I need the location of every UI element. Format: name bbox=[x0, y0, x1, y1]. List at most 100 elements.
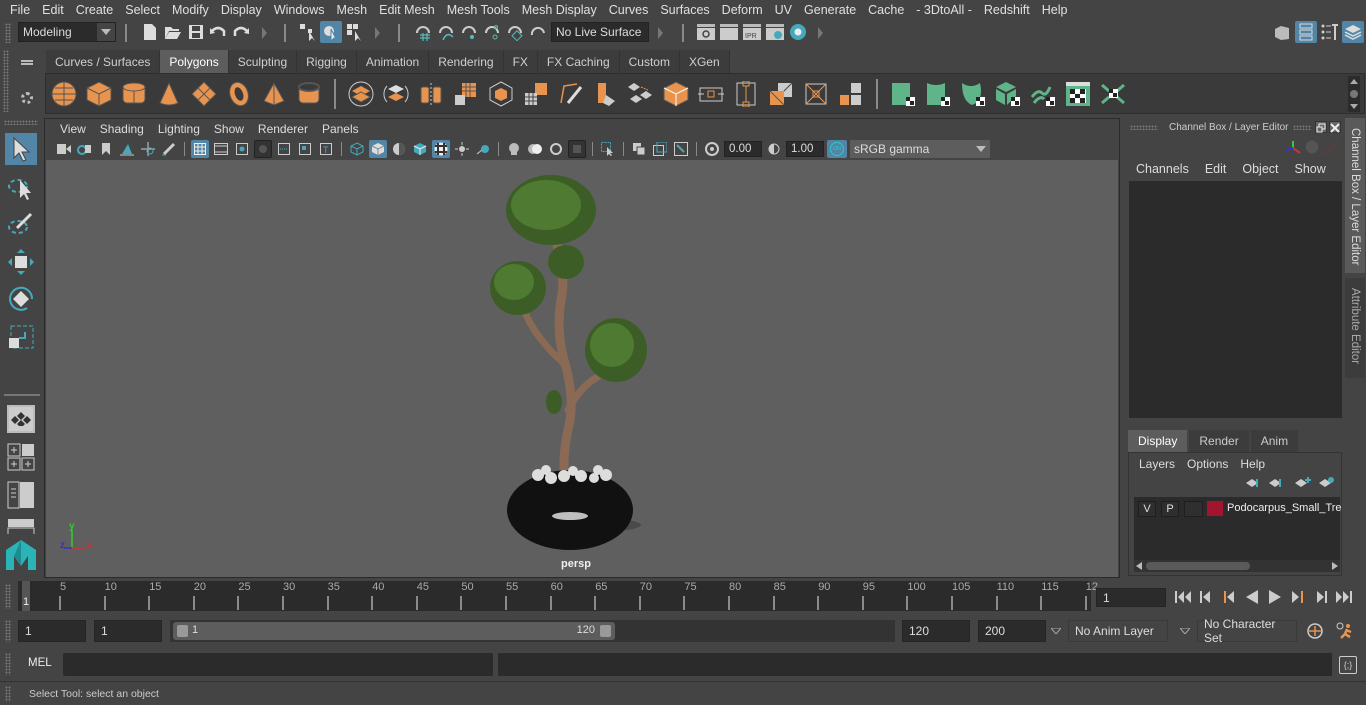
lasso-tool-icon[interactable] bbox=[5, 172, 37, 204]
image-view-icon[interactable] bbox=[672, 140, 690, 158]
undo-icon[interactable] bbox=[208, 22, 228, 42]
range-drag-handle[interactable] bbox=[5, 620, 11, 642]
image-plane-icon[interactable] bbox=[118, 140, 136, 158]
shelf-tab-sculpting[interactable]: Sculpting bbox=[228, 50, 298, 73]
ipr-render-icon[interactable]: IPR bbox=[742, 22, 762, 42]
separate-icon[interactable] bbox=[382, 80, 410, 108]
channel-box-menu-object[interactable]: Object bbox=[1234, 162, 1286, 176]
speed-toggle-icon[interactable] bbox=[1305, 140, 1319, 154]
poly-pyramid-icon[interactable] bbox=[260, 80, 288, 108]
layer-row[interactable]: V P Podocarpus_Small_Tre bbox=[1134, 500, 1342, 518]
layer-tab-anim[interactable]: Anim bbox=[1250, 430, 1299, 452]
range-end-handle[interactable] bbox=[600, 625, 611, 637]
move-layer-up-icon[interactable] bbox=[1246, 477, 1262, 492]
cylindrical-uv-icon[interactable] bbox=[924, 80, 952, 108]
viewport-menu-show[interactable]: Show bbox=[207, 122, 251, 136]
bevel-icon[interactable] bbox=[522, 80, 550, 108]
field-chart-icon[interactable] bbox=[275, 140, 293, 158]
menu-cache[interactable]: Cache bbox=[862, 3, 910, 17]
make-live-icon[interactable] bbox=[505, 22, 525, 42]
move-layer-down-icon[interactable] bbox=[1269, 477, 1285, 492]
four-view-layout-icon[interactable] bbox=[7, 443, 35, 471]
save-scene-icon[interactable] bbox=[186, 22, 206, 42]
2d-pan-zoom-icon[interactable] bbox=[139, 140, 157, 158]
new-scene-icon[interactable] bbox=[140, 22, 160, 42]
xray-icon[interactable] bbox=[505, 140, 523, 158]
multi-cut-icon[interactable] bbox=[557, 80, 585, 108]
use-all-lights-icon[interactable] bbox=[453, 140, 471, 158]
camera-attributes-icon[interactable] bbox=[76, 140, 94, 158]
menu-file[interactable]: File bbox=[4, 3, 36, 17]
side-tab-attribute-editor[interactable]: Attribute Editor bbox=[1345, 278, 1365, 378]
menu-mesh[interactable]: Mesh bbox=[331, 3, 374, 17]
planar-uv-icon[interactable] bbox=[889, 80, 917, 108]
shelf-tab-rigging[interactable]: Rigging bbox=[297, 50, 357, 73]
merge-icon[interactable] bbox=[697, 80, 725, 108]
screen-space-ao-icon[interactable] bbox=[568, 140, 586, 158]
channel-box-menu-edit[interactable]: Edit bbox=[1197, 162, 1235, 176]
play-backwards-icon[interactable] bbox=[1242, 587, 1262, 607]
poly-pipe-icon[interactable] bbox=[295, 80, 323, 108]
wireframe-icon[interactable] bbox=[348, 140, 366, 158]
layout-uv-icon[interactable] bbox=[1099, 80, 1127, 108]
menu-help[interactable]: Help bbox=[1036, 3, 1074, 17]
paint-select-tool-icon[interactable] bbox=[5, 208, 37, 240]
layer-tab-render[interactable]: Render bbox=[1189, 430, 1249, 452]
use-default-material-icon[interactable] bbox=[390, 140, 408, 158]
poly-plane-icon[interactable] bbox=[190, 80, 218, 108]
shelf-tab-fx[interactable]: FX bbox=[503, 50, 538, 73]
panel-drag-handle[interactable] bbox=[1130, 125, 1158, 130]
shelf-tab-fx-caching[interactable]: FX Caching bbox=[537, 50, 620, 73]
menu-generate[interactable]: Generate bbox=[798, 3, 862, 17]
shelf-tab-custom[interactable]: Custom bbox=[619, 50, 680, 73]
anim-layer-dropdown[interactable]: No Anim Layer bbox=[1068, 620, 1168, 642]
move-tool-icon[interactable] bbox=[5, 246, 37, 278]
layer-list-hscrollbar[interactable] bbox=[1134, 560, 1340, 572]
layer-menu-layers[interactable]: Layers bbox=[1133, 457, 1181, 471]
bookmark-icon[interactable] bbox=[97, 140, 115, 158]
snap-to-view-plane-icon[interactable] bbox=[482, 22, 502, 42]
modeling-toolkit-icon[interactable] bbox=[1272, 22, 1292, 42]
animation-start-field[interactable]: 1 bbox=[18, 620, 86, 642]
anim-layer-chevron-icon[interactable] bbox=[1051, 628, 1061, 634]
menu-edit[interactable]: Edit bbox=[36, 3, 70, 17]
spherical-uv-icon[interactable] bbox=[959, 80, 987, 108]
single-view-layout-icon[interactable] bbox=[7, 405, 35, 433]
menu-display[interactable]: Display bbox=[215, 3, 268, 17]
script-editor-icon[interactable]: {;} bbox=[1339, 656, 1357, 674]
channel-list[interactable] bbox=[1129, 181, 1342, 418]
menu-3dtoall[interactable]: - 3DtoAll - bbox=[910, 3, 978, 17]
persp-graph-layout-icon[interactable] bbox=[7, 518, 35, 534]
character-set-chevron-icon[interactable] bbox=[1180, 628, 1190, 634]
layer-visibility-toggle[interactable]: V bbox=[1138, 501, 1156, 517]
poly-sphere-icon[interactable] bbox=[50, 80, 78, 108]
layer-name[interactable]: Podocarpus_Small_Tre bbox=[1227, 502, 1342, 514]
menu-set-dropdown[interactable]: Modeling bbox=[18, 22, 116, 42]
gamma-field[interactable]: 1.00 bbox=[786, 141, 824, 157]
layer-display-type-toggle[interactable] bbox=[1184, 501, 1203, 517]
close-panel-icon[interactable] bbox=[1329, 121, 1341, 133]
redo-icon[interactable] bbox=[231, 22, 251, 42]
viewport-menu-renderer[interactable]: Renderer bbox=[251, 122, 315, 136]
drag-handle[interactable] bbox=[5, 23, 11, 43]
menu-mesh-tools[interactable]: Mesh Tools bbox=[441, 3, 516, 17]
shelf-tab-xgen[interactable]: XGen bbox=[679, 50, 730, 73]
exposure-icon[interactable] bbox=[703, 140, 721, 158]
step-back-key-icon[interactable] bbox=[1219, 587, 1239, 607]
shelf-settings-gear-icon[interactable] bbox=[21, 92, 33, 104]
unfold-uv-icon[interactable] bbox=[1029, 80, 1057, 108]
play-forwards-icon[interactable] bbox=[1265, 587, 1285, 607]
gate-mask-icon[interactable] bbox=[254, 140, 272, 158]
go-to-start-icon[interactable] bbox=[1173, 587, 1193, 607]
hud-icon[interactable] bbox=[651, 140, 669, 158]
layer-menu-options[interactable]: Options bbox=[1181, 457, 1234, 471]
smooth-shade-all-icon[interactable] bbox=[369, 140, 387, 158]
shelf-tab-polygons[interactable]: Polygons bbox=[160, 50, 229, 73]
range-slider-bar[interactable]: 1 120 bbox=[173, 622, 615, 640]
attribute-editor-toggle-icon[interactable] bbox=[1295, 21, 1317, 43]
viewport-menu-shading[interactable]: Shading bbox=[93, 122, 151, 136]
outliner-persp-layout-icon[interactable] bbox=[7, 481, 35, 509]
playback-end-field[interactable]: 120 bbox=[902, 620, 970, 642]
layer-playback-toggle[interactable]: P bbox=[1161, 501, 1179, 517]
live-surface-field[interactable]: No Live Surface bbox=[551, 22, 649, 42]
